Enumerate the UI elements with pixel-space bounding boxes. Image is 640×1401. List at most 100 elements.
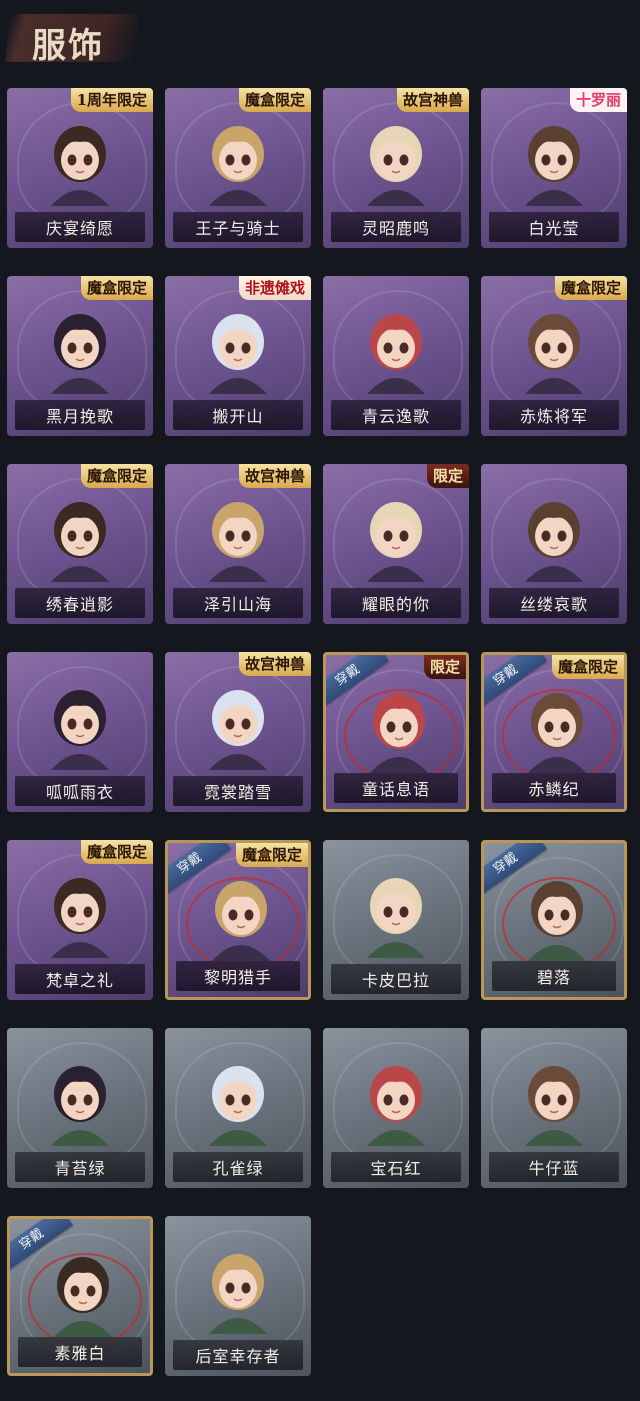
outfit-name-bar: 后室幸存者 xyxy=(173,1340,303,1370)
outfit-name: 孔雀绿 xyxy=(212,1159,264,1178)
outfit-name-bar: 黎明猎手 xyxy=(176,961,300,991)
outfit-name-bar: 灵昭鹿鸣 xyxy=(331,212,461,242)
outfit-name-bar: 赤鳞纪 xyxy=(492,773,616,803)
outfit-card[interactable]: 穿戴 素雅白 xyxy=(7,1216,153,1376)
outfit-name: 王子与骑士 xyxy=(195,219,281,238)
character-portrait xyxy=(370,693,428,773)
character-portrait xyxy=(525,1066,583,1146)
outfit-card[interactable]: 限定 穿戴 童话息语 xyxy=(323,652,469,812)
outfit-name: 呱呱雨衣 xyxy=(45,783,114,802)
outfit-card[interactable]: 非遗傩戏搬开山 xyxy=(165,276,311,436)
outfit-name-bar: 卡皮巴拉 xyxy=(331,964,461,994)
outfit-name: 搬开山 xyxy=(212,407,264,426)
character-portrait xyxy=(528,881,586,961)
outfit-name: 素雅白 xyxy=(54,1344,106,1363)
character-portrait xyxy=(51,126,109,206)
outfit-name-bar: 白光莹 xyxy=(489,212,619,242)
outfit-card[interactable]: 穿戴 碧落 xyxy=(481,840,627,1000)
outfit-card[interactable]: 丝缕哀歌 xyxy=(481,464,627,624)
outfit-card[interactable]: 青云逸歌 xyxy=(323,276,469,436)
character-portrait xyxy=(367,1066,425,1146)
outfit-card[interactable]: 魔盒限定绣春逍影 xyxy=(7,464,153,624)
outfit-name-bar: 霓裳踏雪 xyxy=(173,776,303,806)
limited-badge: 魔盒限定 xyxy=(238,88,311,112)
character-portrait xyxy=(525,502,583,582)
limited-badge: 魔盒限定 xyxy=(554,276,627,300)
outfit-name-bar: 牛仔蓝 xyxy=(489,1152,619,1182)
page-title: 服饰 xyxy=(32,26,104,66)
outfit-card[interactable]: 呱呱雨衣 xyxy=(7,652,153,812)
outfit-name: 赤炼将军 xyxy=(519,407,588,426)
character-portrait xyxy=(367,878,425,958)
character-portrait xyxy=(209,502,267,582)
outfit-card[interactable]: 故宫神兽灵昭鹿鸣 xyxy=(323,88,469,248)
outfit-card[interactable]: 魔盒限定赤炼将军 xyxy=(481,276,627,436)
character-portrait xyxy=(209,314,267,394)
outfit-name: 赤鳞纪 xyxy=(528,780,580,799)
outfit-name-bar: 青苔绿 xyxy=(15,1152,145,1182)
outfit-name-bar: 耀眼的你 xyxy=(331,588,461,618)
outfit-name-bar: 青云逸歌 xyxy=(331,400,461,430)
outfit-name: 童话息语 xyxy=(361,780,430,799)
limited-badge: 故宫神兽 xyxy=(396,88,469,112)
character-portrait xyxy=(367,502,425,582)
character-portrait xyxy=(209,126,267,206)
outfit-card[interactable]: 魔盒限定 穿戴 黎明猎手 xyxy=(165,840,311,1000)
outfit-card[interactable]: 魔盒限定王子与骑士 xyxy=(165,88,311,248)
outfit-name: 青云逸歌 xyxy=(361,407,430,426)
limited-badge: 魔盒限定 xyxy=(80,276,153,300)
outfit-card[interactable]: 1周年限定庆宴绮愿 xyxy=(7,88,153,248)
outfit-name: 白光莹 xyxy=(528,219,580,238)
outfit-card[interactable]: 后室幸存者 xyxy=(165,1216,311,1376)
outfit-name: 泽引山海 xyxy=(203,595,272,614)
limited-badge: 1周年限定 xyxy=(70,88,153,112)
section-header: 服饰 xyxy=(0,0,640,80)
limited-badge: 非遗傩戏 xyxy=(238,276,311,300)
outfit-card[interactable]: 牛仔蓝 xyxy=(481,1028,627,1188)
outfit-card[interactable]: 故宫神兽霓裳踏雪 xyxy=(165,652,311,812)
character-portrait xyxy=(528,693,586,773)
character-portrait xyxy=(51,502,109,582)
character-portrait xyxy=(209,1254,267,1334)
outfit-name-bar: 庆宴绮愿 xyxy=(15,212,145,242)
outfit-name: 绣春逍影 xyxy=(45,595,114,614)
outfit-card[interactable]: 限定耀眼的你 xyxy=(323,464,469,624)
outfit-name: 庆宴绮愿 xyxy=(45,219,114,238)
outfit-name: 霓裳踏雪 xyxy=(203,783,272,802)
outfit-name: 宝石红 xyxy=(370,1159,422,1178)
outfit-name: 耀眼的你 xyxy=(361,595,430,614)
outfit-name: 碧落 xyxy=(536,968,571,987)
outfit-card[interactable]: 魔盒限定 梵卓之礼 xyxy=(7,840,153,1000)
character-portrait xyxy=(209,1066,267,1146)
limited-badge: 魔盒限定 xyxy=(80,464,153,488)
outfit-card[interactable]: 魔盒限定黑月挽歌 xyxy=(7,276,153,436)
outfit-card[interactable]: 宝石红 xyxy=(323,1028,469,1188)
limited-badge: 十罗丽 xyxy=(569,88,627,112)
limited-badge: 故宫神兽 xyxy=(238,464,311,488)
outfit-name-bar: 泽引山海 xyxy=(173,588,303,618)
outfit-card[interactable]: 孔雀绿 xyxy=(165,1028,311,1188)
limited-badge: 故宫神兽 xyxy=(238,652,311,676)
limited-badge: 限定 xyxy=(423,655,466,679)
outfit-name-bar: 绣春逍影 xyxy=(15,588,145,618)
character-portrait xyxy=(212,881,270,961)
character-portrait xyxy=(525,126,583,206)
outfit-card[interactable]: 魔盒限定 穿戴 赤鳞纪 xyxy=(481,652,627,812)
character-portrait xyxy=(54,1257,112,1337)
outfit-name-bar: 孔雀绿 xyxy=(173,1152,303,1182)
character-portrait xyxy=(51,314,109,394)
limited-badge: 魔盒限定 xyxy=(551,655,624,679)
character-portrait xyxy=(209,690,267,770)
outfit-name: 梵卓之礼 xyxy=(45,971,114,990)
outfit-card[interactable]: 故宫神兽泽引山海 xyxy=(165,464,311,624)
outfit-card[interactable]: 青苔绿 xyxy=(7,1028,153,1188)
outfit-name-bar: 王子与骑士 xyxy=(173,212,303,242)
character-portrait xyxy=(51,690,109,770)
limited-badge: 限定 xyxy=(426,464,469,488)
outfit-name-bar: 赤炼将军 xyxy=(489,400,619,430)
limited-badge: 魔盒限定 xyxy=(235,843,308,867)
outfit-card[interactable]: 十罗丽白光莹 xyxy=(481,88,627,248)
outfit-name-bar: 呱呱雨衣 xyxy=(15,776,145,806)
outfit-name: 黑月挽歌 xyxy=(45,407,114,426)
outfit-card[interactable]: 卡皮巴拉 xyxy=(323,840,469,1000)
